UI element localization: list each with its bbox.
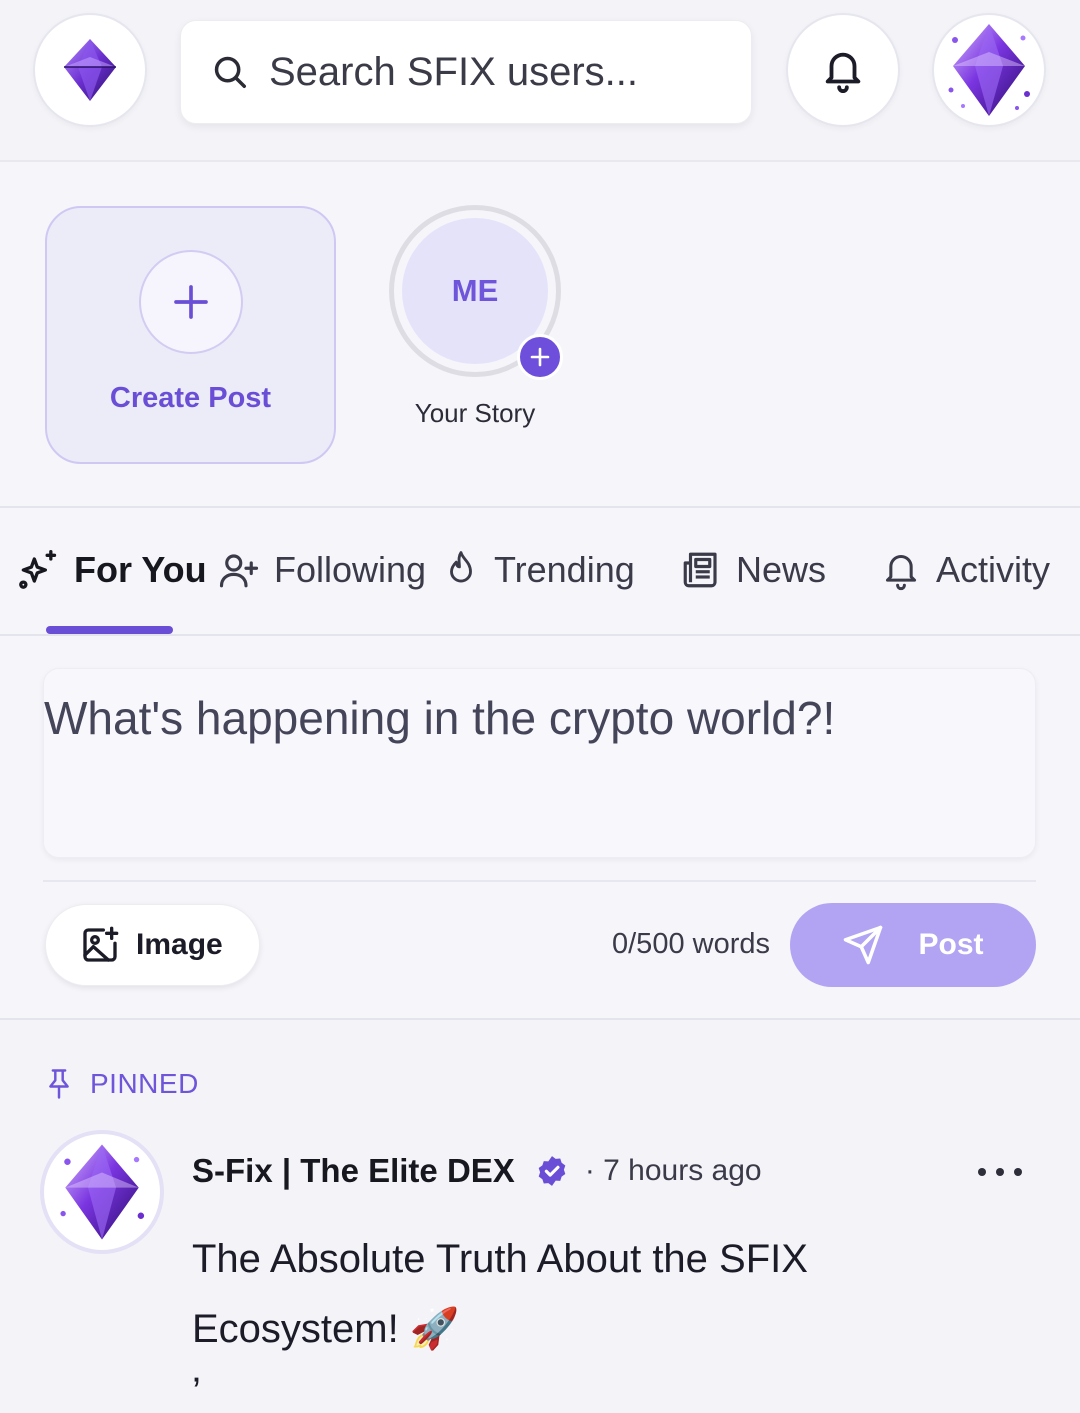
- more-dot: [1014, 1168, 1022, 1176]
- gem-avatar-icon: [60, 1144, 145, 1240]
- search-icon: [214, 56, 246, 88]
- tab-trending[interactable]: Trending: [442, 548, 635, 592]
- logo-button[interactable]: [33, 13, 147, 127]
- tab-following[interactable]: Following: [218, 548, 426, 592]
- post-author-avatar[interactable]: [40, 1130, 164, 1254]
- composer-divider: [43, 880, 1036, 882]
- more-dot: [978, 1168, 986, 1176]
- compose-textarea[interactable]: [44, 691, 1034, 841]
- tab-for-you-label: For You: [74, 549, 207, 590]
- gem-logo-icon: [64, 39, 116, 101]
- add-image-button[interactable]: Image: [45, 904, 260, 986]
- tab-following-label: Following: [274, 549, 427, 590]
- bell-icon: [825, 52, 861, 93]
- flame-icon: [450, 551, 472, 583]
- tab-news[interactable]: News: [680, 548, 826, 592]
- add-image-label: Image: [136, 928, 223, 961]
- plus-icon: [173, 285, 208, 319]
- more-dot: [996, 1168, 1004, 1176]
- post-timestamp: · 7 hours ago: [584, 1154, 762, 1187]
- feed: PINNED S-Fix | The Elite DEX · 7 hours a…: [0, 1020, 1080, 1413]
- app-page: Create Post ME Your Story For You: [0, 0, 1080, 1413]
- post-button-label: Post: [918, 928, 984, 961]
- post-body: The Absolute Truth About the SFIX Ecosys…: [192, 1237, 808, 1351]
- pinned-indicator: PINNED: [46, 1068, 199, 1100]
- profile-avatar-button[interactable]: [932, 13, 1046, 127]
- word-counter: 0/500 words: [612, 928, 770, 960]
- your-story-label: Your Story: [414, 398, 536, 428]
- post-more-button[interactable]: [978, 1160, 1022, 1184]
- pin-icon: [49, 1069, 69, 1099]
- sparkles-icon: [19, 550, 57, 589]
- verified-badge-icon: [538, 1156, 566, 1186]
- post-composer: Image 0/500 words Post: [0, 636, 1080, 1020]
- post-header: S-Fix | The Elite DEX · 7 hours ago: [192, 1152, 762, 1190]
- create-post-label: Create Post: [109, 382, 272, 414]
- create-post-card[interactable]: Create Post: [45, 206, 336, 464]
- send-icon: [844, 925, 883, 965]
- active-tab-indicator: [46, 626, 173, 634]
- image-plus-icon: [83, 926, 119, 962]
- add-story-button[interactable]: [517, 334, 563, 380]
- tab-for-you[interactable]: For You: [16, 548, 207, 592]
- search-bar[interactable]: [180, 20, 752, 124]
- search-input[interactable]: [269, 49, 749, 95]
- tab-news-label: News: [736, 549, 827, 590]
- create-post-plus[interactable]: [138, 250, 243, 354]
- post-body-continued: ’: [192, 1370, 201, 1413]
- feed-tabs: For You Following Trending News Activity: [0, 508, 1080, 636]
- gem-avatar-icon: [948, 24, 1030, 116]
- stories-section: Create Post ME Your Story: [0, 160, 1080, 508]
- bell-icon: [885, 555, 917, 591]
- post-author-name[interactable]: S-Fix | The Elite DEX: [192, 1152, 515, 1190]
- newspaper-icon: [683, 552, 717, 588]
- tab-activity[interactable]: Activity: [880, 548, 1050, 592]
- tab-trending-label: Trending: [494, 549, 635, 590]
- pinned-label: PINNED: [90, 1068, 199, 1099]
- plus-icon: [530, 347, 550, 367]
- top-bar: [0, 0, 1080, 160]
- tab-activity-label: Activity: [936, 549, 1051, 590]
- compose-box[interactable]: [43, 668, 1036, 858]
- user-plus-icon: [219, 554, 259, 588]
- post-button[interactable]: Post: [790, 903, 1036, 987]
- notifications-button[interactable]: [786, 13, 900, 127]
